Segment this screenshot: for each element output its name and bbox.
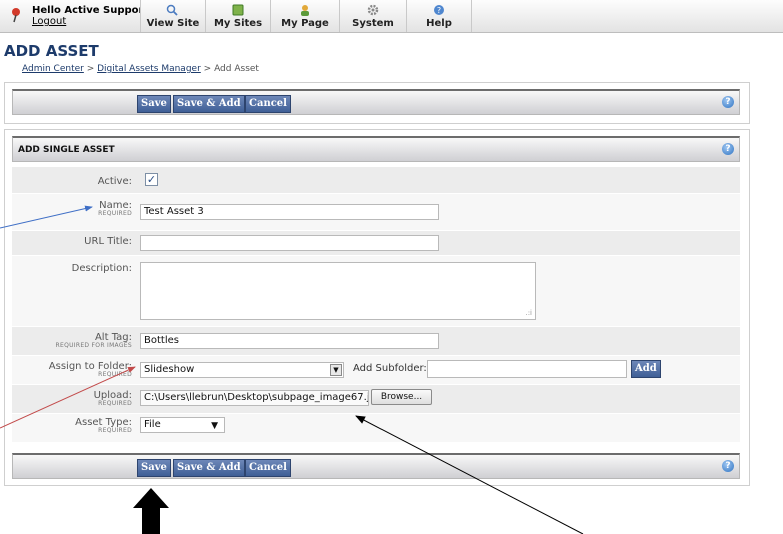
big-up-arrow <box>133 488 169 534</box>
red-annotation-arrow <box>0 366 136 429</box>
annotation-overlay <box>0 205 584 534</box>
black-annotation-line <box>355 415 584 534</box>
blue-annotation-arrow <box>0 205 93 229</box>
